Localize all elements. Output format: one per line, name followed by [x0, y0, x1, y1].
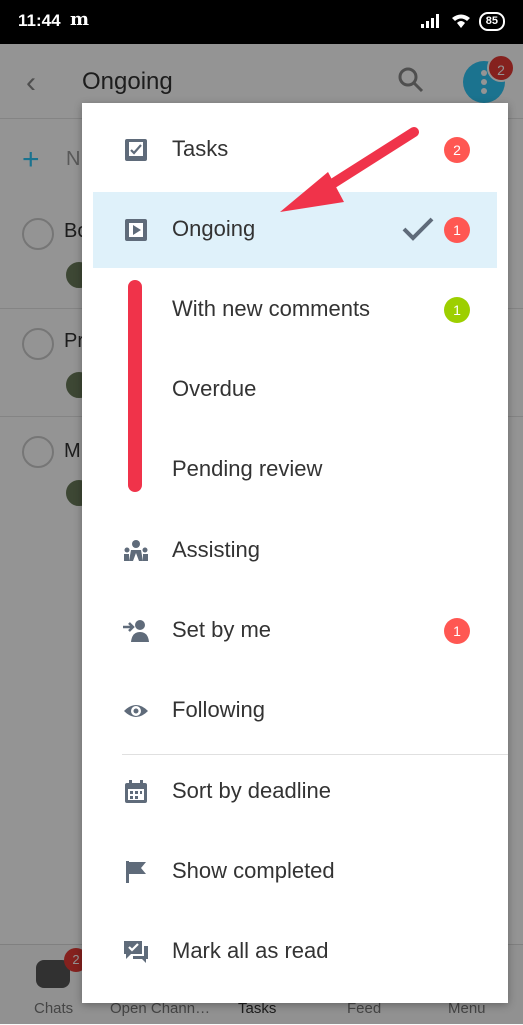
battery-indicator: 85 — [478, 11, 505, 31]
menu-item-label: Pending review — [172, 456, 323, 481]
menu-item-label: Ongoing — [172, 216, 256, 241]
menu-item-pending-review[interactable]: Pending review — [82, 432, 508, 508]
count-badge: 2 — [444, 137, 470, 163]
menu-item-label: Following — [172, 697, 265, 722]
tasks-icon — [125, 139, 147, 161]
count-badge: 1 — [444, 217, 470, 243]
menu-item-overdue[interactable]: Overdue — [82, 352, 508, 428]
menu-item-label: Assisting — [172, 537, 261, 562]
menu-item-mark-all-as-read[interactable]: Mark all as read — [82, 914, 508, 990]
menu-item-label: Mark all as read — [172, 938, 329, 963]
status-time: 11:44 — [18, 11, 61, 30]
eye-icon — [124, 705, 148, 717]
filter-popup-menu: Tasks 2 Ongoing 1 With new comments 1 Ov… — [82, 103, 508, 1003]
menu-item-set-by-me[interactable]: Set by me 1 — [82, 593, 508, 669]
menu-item-show-completed[interactable]: Show completed — [82, 834, 508, 910]
notification-icon: m — [70, 9, 90, 30]
count-badge: 1 — [444, 297, 470, 323]
chat-check-icon — [124, 941, 148, 963]
annotation-bracket — [128, 280, 142, 492]
flag-icon — [126, 861, 146, 883]
status-icons: 85 — [420, 10, 505, 32]
menu-item-label: Sort by deadline — [172, 778, 331, 803]
wifi-icon — [451, 14, 470, 28]
play-square-icon — [125, 219, 147, 241]
calendar-icon — [125, 780, 147, 803]
signal-icon — [420, 14, 439, 28]
menu-item-label: Show completed — [172, 858, 335, 883]
menu-item-with-new-comments[interactable]: With new comments 1 — [82, 272, 508, 348]
menu-item-sort-by-deadline[interactable]: Sort by deadline — [82, 754, 508, 830]
annotation-arrow — [280, 127, 419, 212]
menu-item-label: Overdue — [172, 376, 257, 401]
menu-item-following[interactable]: Following — [82, 673, 508, 749]
menu-item-assisting[interactable]: Assisting — [82, 513, 508, 589]
menu-item-label: Set by me — [172, 617, 272, 642]
user-arrow-icon — [123, 620, 149, 642]
count-badge: 1 — [444, 618, 470, 644]
menu-item-label: Tasks — [172, 136, 229, 161]
menu-item-label: With new comments — [172, 296, 371, 321]
people-icon — [124, 540, 148, 561]
